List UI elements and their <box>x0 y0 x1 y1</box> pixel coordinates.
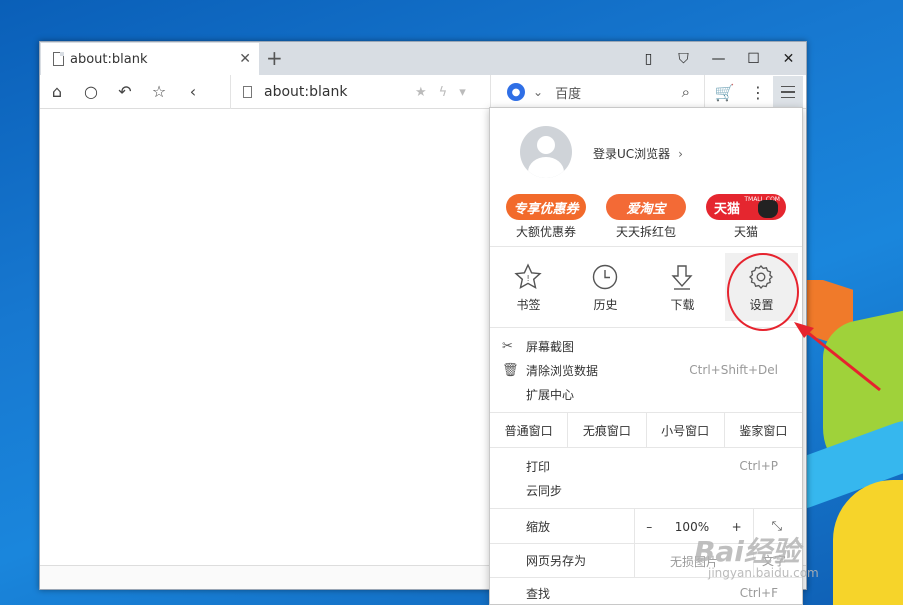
search-icon[interactable]: ⌕ <box>682 83 690 101</box>
avatar[interactable] <box>520 126 572 178</box>
baidu-paw-icon: ● <box>507 83 525 101</box>
more-icon[interactable]: ⋮ <box>744 75 772 109</box>
svg-text:!: ! <box>527 274 530 283</box>
undo-icon[interactable]: ↶ <box>108 75 142 109</box>
star-icon[interactable]: ☆ <box>142 75 176 109</box>
window-mode-row: 普通窗口 无痕窗口 小号窗口 鉴家窗口 <box>490 412 802 448</box>
tab-about-blank[interactable]: about:blank ✕ <box>41 43 259 75</box>
tools-list: ✂ 屏幕截图 🗑 清除浏览数据 Ctrl+Shift+Del 扩展中心 <box>490 328 802 412</box>
page-icon <box>243 86 252 98</box>
shortcut-label: Ctrl+P <box>739 459 778 473</box>
screenshot-item[interactable]: ✂ 屏幕截图 <box>490 334 802 358</box>
promo-taobao[interactable]: 爱淘宝 天天拆红包 <box>606 194 686 246</box>
chevron-down-icon[interactable]: ⌄ <box>533 85 543 99</box>
shortcut-label: Ctrl+F <box>739 586 778 600</box>
new-tab-button[interactable]: + <box>266 46 283 70</box>
refresh-icon[interactable]: ○ <box>74 75 108 109</box>
back-icon[interactable]: ‹ <box>176 75 210 109</box>
promo-caption: 天猫 <box>733 225 758 239</box>
zoom-out-button[interactable]: – <box>646 520 652 534</box>
cart-icon[interactable]: 🛒 <box>704 75 744 109</box>
address-actions: ★ ϟ ▾ <box>415 75 466 109</box>
minimize-button[interactable]: — <box>701 42 736 75</box>
shortcut-label: Ctrl+Shift+Del <box>689 363 778 377</box>
alt-account-window-button[interactable]: 小号窗口 <box>647 413 725 447</box>
cloud-sync-item[interactable]: 云同步 <box>490 478 802 502</box>
login-link[interactable]: 登录UC浏览器 › <box>593 145 683 162</box>
promo-caption: 大额优惠券 <box>515 225 576 239</box>
star-icon: ! <box>514 262 543 289</box>
close-button[interactable]: ✕ <box>771 42 806 75</box>
tile-icon[interactable]: ▯ <box>631 42 666 75</box>
maximize-button[interactable]: ☐ <box>736 42 771 75</box>
save-page-label: 网页另存为 <box>526 554 587 568</box>
menu-button[interactable] <box>773 76 803 108</box>
address-text: about:blank <box>264 84 348 100</box>
zoom-label: 缩放 <box>526 519 551 534</box>
clear-data-item[interactable]: 🗑 清除浏览数据 Ctrl+Shift+Del <box>490 358 802 382</box>
find-item[interactable]: 查找 Ctrl+F <box>490 578 802 604</box>
print-item[interactable]: 打印 Ctrl+P <box>490 454 802 478</box>
dropdown-icon[interactable]: ▾ <box>459 85 466 100</box>
profile-section: 登录UC浏览器 › <box>490 108 802 194</box>
bookmarks-button[interactable]: ! 书签 <box>490 247 567 327</box>
seller-window-button[interactable]: 鉴家窗口 <box>725 413 802 447</box>
promo-row: 专享优惠券 大额优惠券 爱淘宝 天天拆红包 天猫TMALL.COM 天猫 <box>490 194 802 246</box>
promo-taobao-pill: 爱淘宝 <box>606 194 686 220</box>
normal-window-button[interactable]: 普通窗口 <box>490 413 569 447</box>
history-button[interactable]: 历史 <box>567 247 644 327</box>
download-button[interactable]: 下载 <box>644 247 721 327</box>
tab-close-icon[interactable]: ✕ <box>239 51 251 67</box>
tab-title: about:blank <box>70 51 148 67</box>
title-bar: about:blank ✕ + ▯ ⛉ — ☐ ✕ <box>40 42 806 75</box>
promo-caption: 天天拆红包 <box>615 225 676 239</box>
toolbar: ⌂ ○ ↶ ☆ ‹ about:blank ★ ϟ ▾ ● ⌄ 百度 ⌕ 🛒 ⋮ <box>40 75 806 109</box>
promo-tmall[interactable]: 天猫TMALL.COM 天猫 <box>706 194 786 246</box>
scissors-icon: ✂ <box>502 338 513 354</box>
tmall-cat-icon <box>758 200 778 218</box>
bookmark-star-icon[interactable]: ★ <box>415 85 427 100</box>
extensions-item[interactable]: 扩展中心 <box>490 382 802 406</box>
incognito-window-button[interactable]: 无痕窗口 <box>568 413 647 447</box>
search-engine-label: 百度 <box>555 86 582 102</box>
promo-coupon-pill: 专享优惠券 <box>506 194 586 220</box>
shirt-skin-icon[interactable]: ⛉ <box>666 42 701 75</box>
watermark-url: jingyan.baidu.com <box>708 566 819 580</box>
promo-coupon[interactable]: 专享优惠券 大额优惠券 <box>506 194 586 246</box>
red-arrow-annotation <box>794 322 881 392</box>
highlight-ring <box>727 253 799 331</box>
lightning-icon[interactable]: ϟ <box>439 85 448 100</box>
clock-icon <box>593 264 618 289</box>
window-controls: ▯ ⛉ — ☐ ✕ <box>631 42 806 75</box>
print-sync-list: 打印 Ctrl+P 云同步 <box>490 448 802 508</box>
download-icon <box>671 264 694 290</box>
page-icon <box>53 52 64 66</box>
watermark: Bai经验 <box>694 535 800 568</box>
trash-icon: 🗑 <box>502 362 519 378</box>
home-icon[interactable]: ⌂ <box>40 75 74 109</box>
promo-tmall-pill: 天猫TMALL.COM <box>706 194 786 220</box>
search-box[interactable]: ● ⌄ 百度 ⌕ <box>490 75 690 109</box>
